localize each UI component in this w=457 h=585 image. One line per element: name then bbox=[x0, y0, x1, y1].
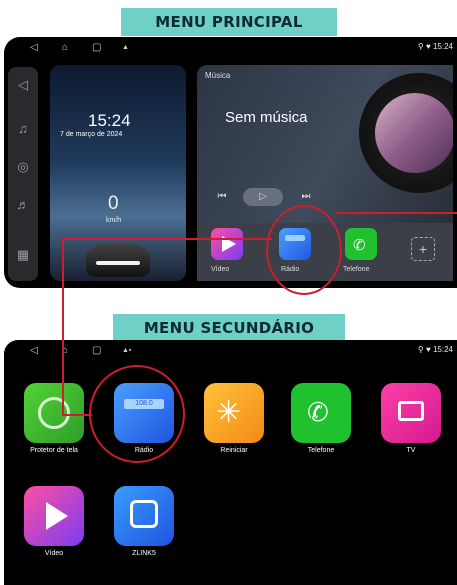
previous-icon[interactable]: ⏮ bbox=[213, 188, 231, 206]
music-title: Sem música bbox=[225, 109, 308, 126]
apps-grid-icon[interactable]: ▦ bbox=[15, 247, 31, 263]
play-button[interactable]: ▷ bbox=[243, 188, 283, 206]
back-icon[interactable]: ◁ bbox=[30, 344, 38, 358]
video-app-icon[interactable] bbox=[24, 486, 84, 546]
speed-unit: km/h bbox=[106, 217, 122, 224]
menu-secundario-label: MENU SECUNDÁRIO bbox=[113, 314, 345, 342]
tv-label: TV bbox=[406, 447, 416, 454]
status-time: ⚲ ♥ 15:24 bbox=[417, 42, 453, 51]
video-label: Vídeo bbox=[44, 550, 64, 557]
clock-widget[interactable]: 15:24 7 de março de 2024 0 km/h bbox=[50, 65, 186, 281]
menu-principal-label: MENU PRINCIPAL bbox=[121, 8, 337, 36]
speed-value: 0 bbox=[108, 193, 119, 214]
screensaver-label: Protetor de tela bbox=[30, 447, 78, 454]
car-headlights bbox=[96, 261, 140, 265]
phone-app-icon[interactable]: ✆ bbox=[291, 383, 351, 443]
video-app-icon[interactable] bbox=[211, 228, 243, 260]
podcast-icon[interactable]: ◎ bbox=[15, 159, 31, 175]
home-icon[interactable]: ⌂ bbox=[62, 41, 68, 55]
phone-label: Telefone bbox=[307, 447, 335, 454]
notification-icons: ▲▪ bbox=[122, 347, 132, 354]
clock-time: 15:24 bbox=[88, 111, 131, 130]
clock-date: 7 de março de 2024 bbox=[60, 131, 123, 138]
album-art bbox=[375, 93, 453, 173]
warning-icon: ▲ bbox=[122, 44, 129, 51]
video-app-label: Vídeo bbox=[211, 266, 230, 273]
music-note-icon[interactable]: ♬ bbox=[15, 197, 31, 213]
car-image bbox=[86, 243, 150, 277]
zlink5-app-icon[interactable] bbox=[114, 486, 174, 546]
main-menu-screen: ◁ ⌂ ▢ ▲ ⚲ ♥ 15:24 ◁ ♫ ◎ ♬ ▦ 15:24 7 de m… bbox=[4, 37, 457, 288]
status-bar: ◁ ⌂ ▢ ▲ ⚲ ♥ 15:24 bbox=[4, 37, 457, 59]
navigation-icon[interactable]: ◁ bbox=[15, 77, 31, 93]
screensaver-app-icon[interactable] bbox=[24, 383, 84, 443]
recents-icon[interactable]: ▢ bbox=[92, 41, 101, 55]
status-time: ⚲ ♥ 15:24 bbox=[417, 345, 453, 354]
back-icon[interactable]: ◁ bbox=[30, 41, 38, 55]
connector-line bbox=[336, 212, 457, 214]
restart-app-icon[interactable]: ✳ bbox=[204, 383, 264, 443]
phone-app-label: Telefone bbox=[343, 266, 370, 273]
music-category: Música bbox=[205, 71, 231, 80]
next-icon[interactable]: ⏭ bbox=[297, 188, 315, 206]
connector-line bbox=[62, 238, 272, 240]
sidebar: ◁ ♫ ◎ ♬ ▦ bbox=[8, 67, 38, 281]
zlink5-label: ZLINK5 bbox=[132, 550, 156, 557]
recents-icon[interactable]: ▢ bbox=[92, 344, 101, 358]
music-widget[interactable]: Música Sem música ⏮ ▷ ⏭ bbox=[197, 65, 453, 223]
add-widget-icon[interactable]: + bbox=[411, 237, 435, 261]
music-icon[interactable]: ♫ bbox=[15, 121, 31, 137]
highlight-circle-secondary bbox=[89, 365, 185, 463]
secondary-menu-screen: ◁ ⌂ ▢ ▲▪ ⚲ ♥ 15:24 Protetor de tela 108.… bbox=[4, 340, 457, 585]
connector-line bbox=[62, 238, 64, 416]
phone-app-icon[interactable]: ✆ bbox=[345, 228, 377, 260]
connector-line bbox=[62, 414, 92, 416]
tv-app-icon[interactable] bbox=[381, 383, 441, 443]
status-bar-secondary: ◁ ⌂ ▢ ▲▪ ⚲ ♥ 15:24 bbox=[4, 340, 457, 362]
highlight-circle-main bbox=[266, 205, 342, 295]
restart-label: Reiniciar bbox=[220, 447, 248, 454]
